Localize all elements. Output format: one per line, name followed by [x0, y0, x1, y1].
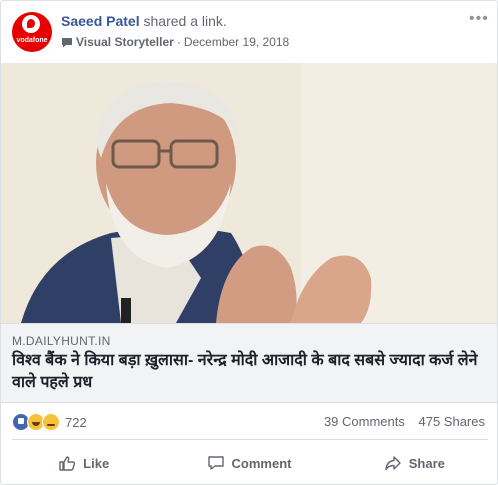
post-date[interactable]: December 19, 2018 — [184, 35, 289, 49]
like-button[interactable]: Like — [1, 447, 166, 479]
link-domain: M.DAILYHUNT.IN — [12, 334, 111, 348]
post-meta: Visual Storyteller · December 19, 2018 — [61, 35, 289, 49]
messenger-icon — [62, 37, 72, 47]
link-preview-image[interactable] — [1, 63, 497, 323]
post-card: vodafone Saeed Patel shared a link. Visu… — [0, 0, 498, 485]
post-header-line: Saeed Patel shared a link. — [61, 13, 227, 29]
thumbs-up-icon — [59, 456, 76, 471]
page-name[interactable]: Visual Storyteller — [76, 35, 174, 49]
comment-button[interactable]: Comment — [166, 447, 331, 479]
avatar-text: vodafone — [16, 37, 48, 44]
link-preview[interactable]: M.DAILYHUNT.IN विश्व बैंक ने किया बड़ा ख… — [1, 323, 497, 403]
share-button[interactable]: Share — [332, 447, 497, 479]
more-options-icon[interactable]: ••• — [469, 10, 489, 28]
comment-icon — [207, 456, 224, 470]
sad-icon — [42, 413, 60, 431]
share-arrow-icon — [385, 456, 401, 471]
divider — [12, 439, 488, 440]
action-bar: Like Comment Share — [1, 447, 497, 479]
meta-separator: · — [176, 35, 181, 49]
comment-label: Comment — [231, 455, 292, 471]
reactions-summary[interactable]: 722 — [12, 413, 87, 431]
reaction-count: 722 — [65, 414, 87, 430]
share-label: Share — [408, 455, 445, 471]
vodafone-logo-icon — [22, 15, 40, 33]
engagement-stats: 39 Comments 475 Shares — [324, 414, 485, 429]
person-photo — [1, 63, 497, 323]
author-name[interactable]: Saeed Patel — [61, 13, 140, 29]
shares-count[interactable]: 475 Shares — [419, 414, 486, 429]
post-action-text: shared a link. — [143, 13, 227, 29]
avatar[interactable]: vodafone — [12, 12, 52, 52]
comments-count[interactable]: 39 Comments — [324, 414, 405, 429]
link-headline[interactable]: विश्व बैंक ने किया बड़ा ख़ुलासा- नरेन्द्… — [12, 350, 490, 394]
like-label: Like — [83, 455, 110, 471]
